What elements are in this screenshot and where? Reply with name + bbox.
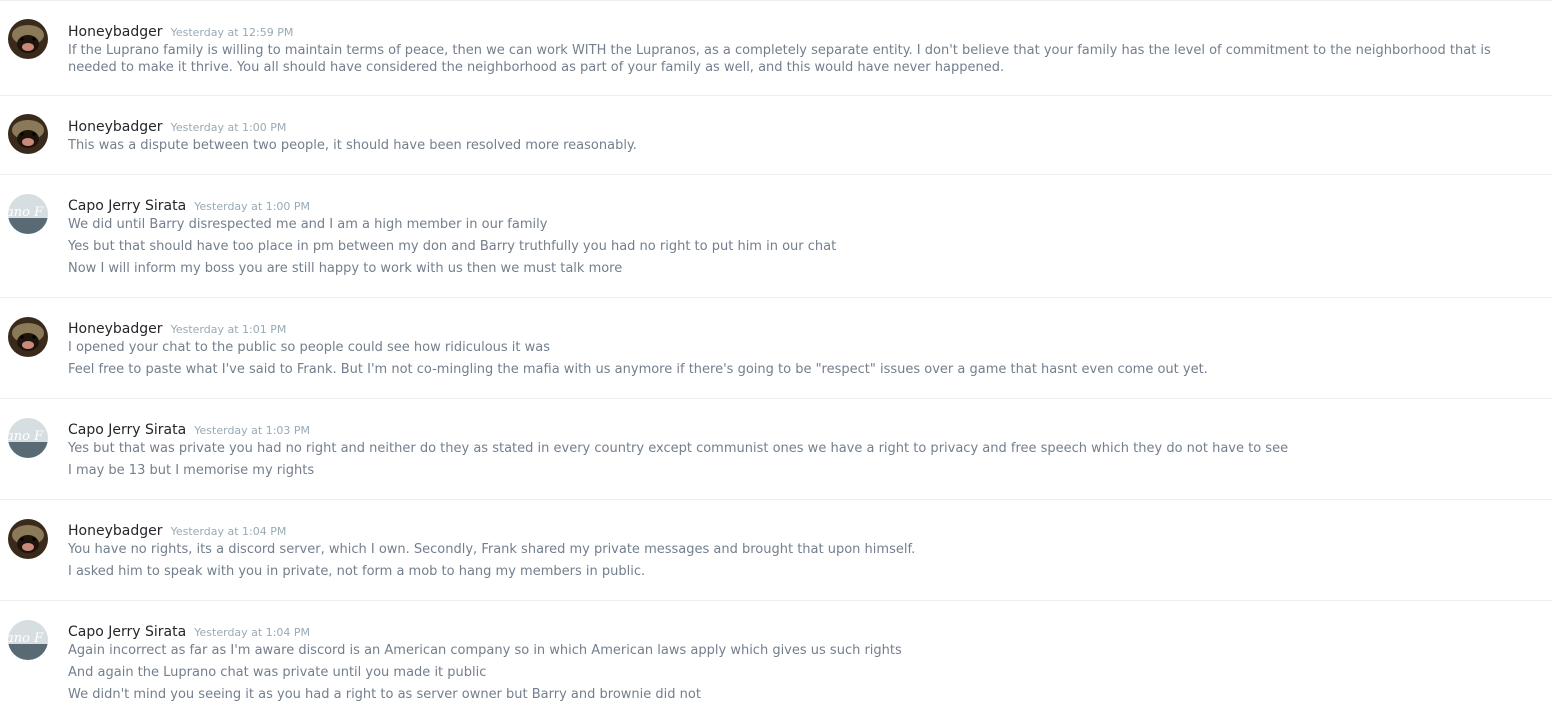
message-header: Honeybadger Yesterday at 1:04 PM — [68, 520, 286, 539]
username[interactable]: Honeybadger — [68, 24, 162, 40]
message-group: ano F Capo Jerry Sirata Yesterday at 1:0… — [0, 398, 1552, 500]
timestamp: Yesterday at 1:04 PM — [170, 525, 287, 538]
message-header: Honeybadger Yesterday at 1:01 PM — [68, 318, 286, 337]
message-header: Honeybadger Yesterday at 12:59 PM — [68, 21, 293, 40]
username[interactable]: Honeybadger — [68, 523, 162, 539]
message-header: Capo Jerry Sirata Yesterday at 1:04 PM — [68, 621, 310, 640]
capo-avatar[interactable]: ano F — [8, 418, 48, 458]
message-group: Honeybadger Yesterday at 1:00 PM This wa… — [0, 95, 1552, 175]
honeybadger-avatar[interactable] — [8, 19, 48, 59]
svg-text:ano F: ano F — [8, 205, 44, 220]
message-content: This was a dispute between two people, i… — [68, 138, 1522, 160]
message-text: Yes but that should have too place in pm… — [68, 239, 837, 254]
message-text: This was a dispute between two people, i… — [68, 138, 637, 153]
username[interactable]: Honeybadger — [68, 321, 162, 337]
capo-avatar[interactable]: ano F — [8, 620, 48, 660]
message-text: Yes but that was private you had no righ… — [68, 441, 1289, 456]
message-text: I opened your chat to the public so peop… — [68, 340, 551, 355]
username[interactable]: Capo Jerry Sirata — [68, 422, 186, 438]
message-list: Honeybadger Yesterday at 12:59 PM If the… — [0, 0, 1552, 718]
timestamp: Yesterday at 1:01 PM — [170, 323, 287, 336]
timestamp: Yesterday at 1:00 PM — [170, 121, 287, 134]
message-text: We did until Barry disrespected me and I… — [68, 217, 548, 232]
message-text: We didn't mind you seeing it as you had … — [68, 687, 701, 702]
username[interactable]: Capo Jerry Sirata — [68, 198, 186, 214]
message-text: Feel free to paste what I've said to Fra… — [68, 362, 1208, 377]
message-text: If the Luprano family is willing to main… — [68, 43, 1491, 75]
message-content: I opened your chat to the public so peop… — [68, 340, 1522, 384]
message-text: Now I will inform my boss you are still … — [68, 261, 623, 276]
message-text: You have no rights, its a discord server… — [68, 542, 916, 557]
honeybadger-avatar[interactable] — [8, 519, 48, 559]
message-group: Honeybadger Yesterday at 1:04 PM You hav… — [0, 499, 1552, 601]
message-header: Capo Jerry Sirata Yesterday at 1:00 PM — [68, 195, 310, 214]
capo-avatar[interactable]: ano F — [8, 194, 48, 234]
username[interactable]: Capo Jerry Sirata — [68, 624, 186, 640]
message-content: Again incorrect as far as I'm aware disc… — [68, 643, 1522, 709]
message-group: ano F Capo Jerry Sirata Yesterday at 1:0… — [0, 174, 1552, 298]
message-group: Honeybadger Yesterday at 12:59 PM If the… — [0, 0, 1552, 96]
honeybadger-avatar[interactable] — [8, 317, 48, 357]
message-content: Yes but that was private you had no righ… — [68, 441, 1522, 485]
svg-text:ano F: ano F — [8, 631, 44, 646]
timestamp: Yesterday at 1:04 PM — [194, 626, 311, 639]
message-group: Honeybadger Yesterday at 1:01 PM I opene… — [0, 297, 1552, 399]
username[interactable]: Honeybadger — [68, 119, 162, 135]
message-text: And again the Luprano chat was private u… — [68, 665, 487, 680]
message-header: Capo Jerry Sirata Yesterday at 1:03 PM — [68, 419, 310, 438]
message-group: ano F Capo Jerry Sirata Yesterday at 1:0… — [0, 600, 1552, 718]
honeybadger-avatar[interactable] — [8, 114, 48, 154]
message-text: I asked him to speak with you in private… — [68, 564, 646, 579]
message-content: You have no rights, its a discord server… — [68, 542, 1522, 586]
message-header: Honeybadger Yesterday at 1:00 PM — [68, 116, 286, 135]
message-content: We did until Barry disrespected me and I… — [68, 217, 1522, 283]
message-text: I may be 13 but I memorise my rights — [68, 463, 315, 478]
svg-text:ano F: ano F — [8, 429, 44, 444]
timestamp: Yesterday at 1:00 PM — [194, 200, 311, 213]
timestamp: Yesterday at 1:03 PM — [194, 424, 311, 437]
timestamp: Yesterday at 12:59 PM — [170, 26, 294, 39]
message-text: Again incorrect as far as I'm aware disc… — [68, 643, 902, 658]
message-content: If the Luprano family is willing to main… — [68, 43, 1522, 82]
